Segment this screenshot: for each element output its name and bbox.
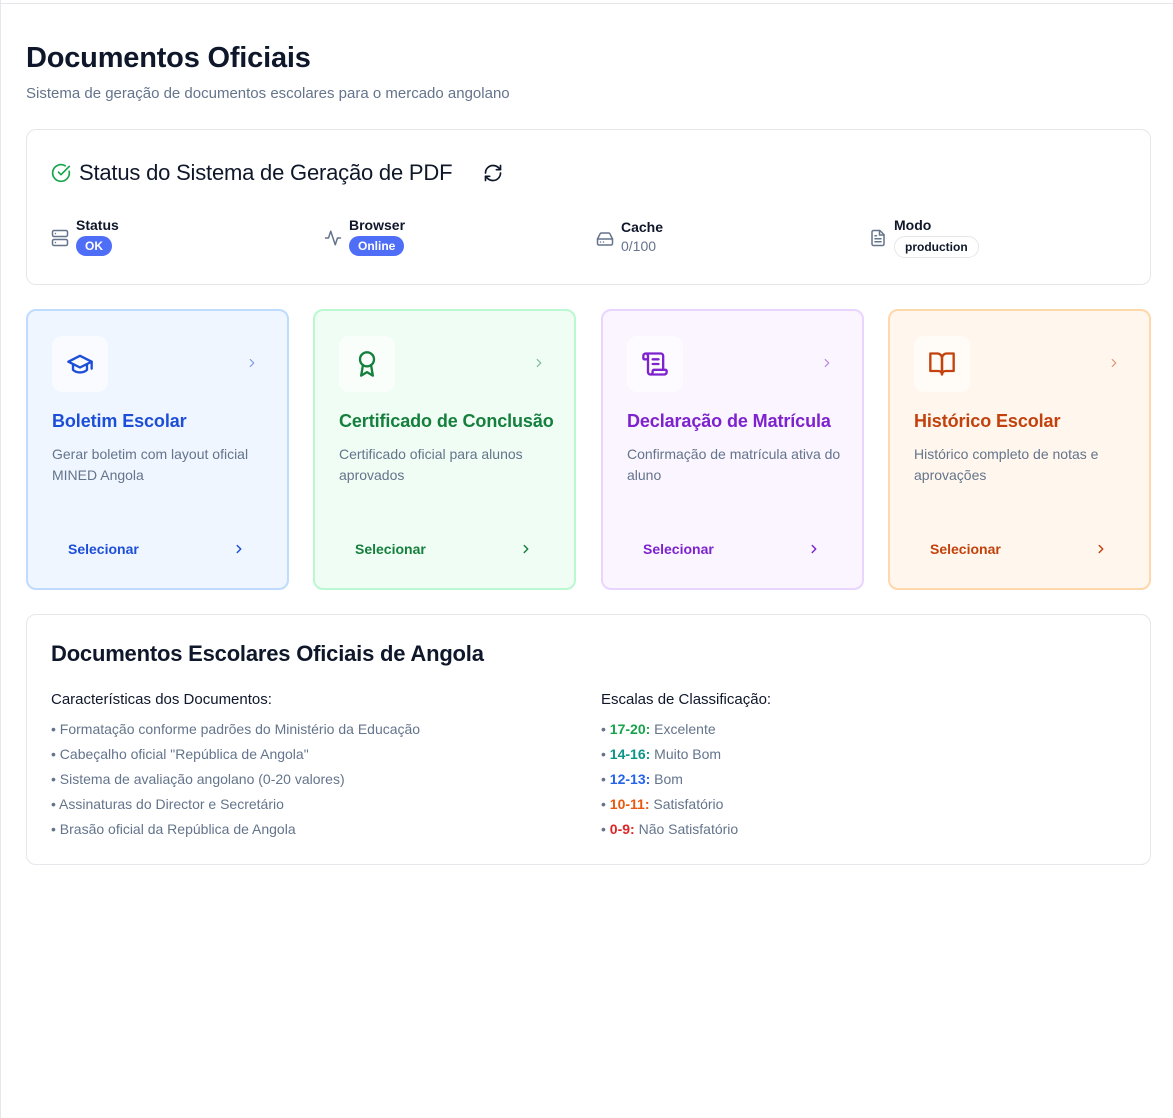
chevron-right-icon [523,544,529,554]
scales-heading: Escalas de Classificação: [601,691,772,708]
top-divider [0,3,1173,4]
chevron-right-icon [249,358,255,368]
document-description: Confirmação de matrícula ativa do aluno [627,446,841,483]
document-card-historico[interactable]: Histórico Escolar Histórico completo de … [888,309,1151,590]
document-card-declaracao[interactable]: Declaração de Matrícula Confirmação de m… [601,309,864,590]
document-card-boletim[interactable]: Boletim Escolar Gerar boletim com layout… [26,309,289,590]
grade-label: Excelente [654,721,716,737]
chevron-right-icon [236,544,242,554]
list-item: • 14-16: Muito Bom [601,746,722,762]
activity-icon [324,230,342,246]
chevron-right-icon [811,544,817,554]
status-panel-title: Status do Sistema de Geração de PDF [79,160,453,185]
features-column: Características dos Documentos: • Format… [51,691,420,845]
award-icon [358,351,376,377]
status-label: Status [76,217,119,233]
list-item: • Formatação conforme padrões do Ministé… [51,721,421,737]
select-button[interactable]: Selecionar [914,532,1124,566]
document-title: Declaração de Matrícula [627,411,831,431]
status-item-status: Status OK [51,216,119,256]
select-button[interactable]: Selecionar [627,532,837,566]
select-label: Selecionar [643,541,714,557]
refresh-icon[interactable] [483,163,503,183]
icon-container [914,336,970,392]
grade-label: Não Satisfatório [638,821,739,837]
grade-label: Bom [654,771,683,787]
icon-container [52,336,108,392]
scroll-icon [642,352,668,376]
list-item: • Brasão oficial da República de Angola [51,821,296,837]
select-label: Selecionar [930,541,1001,557]
chevron-right-icon [1111,358,1117,368]
list-item: • 12-13: Bom [601,771,683,787]
chevron-right-icon [536,358,542,368]
hard-drive-icon [596,232,614,246]
document-card-certificado[interactable]: Certificado de Conclusão Certificado ofi… [313,309,576,590]
scales-list: • 17-20: Excelente • 14-16: Muito Bom • … [601,720,771,845]
graduation-cap-icon [67,354,93,374]
grade-range: 12-13: [609,771,651,787]
status-item-mode: Modo production [869,216,979,258]
grade-range: 17-20: [609,721,651,737]
info-title: Documentos Escolares Oficiais de Angola [51,641,484,666]
page-subtitle: Sistema de geração de documentos escolar… [26,85,510,102]
scales-column: Escalas de Classificação: • 17-20: Excel… [601,691,771,845]
list-item: • Sistema de avaliação angolano (0-20 va… [51,771,345,787]
status-item-browser: Browser Online [324,216,405,256]
mode-label: Modo [894,217,932,233]
grade-range: 10-11: [609,796,650,812]
book-open-icon [929,352,955,376]
chevron-right-icon [1098,544,1104,554]
grade-label: Satisfatório [653,796,724,812]
list-item: • 17-20: Excelente [601,721,716,737]
select-label: Selecionar [68,541,139,557]
list-item: • 10-11: Satisfatório [601,796,724,812]
document-description: Gerar boletim com layout oficial MINED A… [52,446,249,483]
browser-label: Browser [349,217,406,233]
icon-container [339,336,395,392]
document-title: Boletim Escolar [52,411,187,431]
file-text-icon [871,229,885,247]
server-icon [51,229,69,247]
status-badge: OK [76,236,112,256]
mode-badge: production [894,236,979,258]
grade-range: 0-9: [609,821,635,837]
grade-label: Muito Bom [654,746,722,762]
list-item: • Cabeçalho oficial "República de Angola… [51,746,309,762]
select-label: Selecionar [355,541,426,557]
cache-label: Cache [621,219,664,235]
browser-badge: Online [349,236,405,256]
list-item: • 0-9: Não Satisfatório [601,821,739,837]
document-description: Histórico completo de notas e aprovações [914,446,1099,483]
list-item: • Assinaturas do Director e Secretário [51,796,284,812]
info-panel: Documentos Escolares Oficiais de Angola … [26,614,1151,865]
page-title: Documentos Oficiais [26,42,311,74]
status-item-cache: Cache 0/100 [596,218,663,254]
select-button[interactable]: Selecionar [339,532,549,566]
select-button[interactable]: Selecionar [52,532,262,566]
document-title: Histórico Escolar [914,411,1061,431]
chevron-right-icon [824,358,830,368]
icon-container [627,336,683,392]
grade-range: 14-16: [609,746,651,762]
document-title: Certificado de Conclusão [339,411,554,431]
features-heading: Características dos Documentos: [51,691,272,708]
document-description: Certificado oficial para alunos aprovado… [339,446,523,483]
check-circle-icon [51,163,71,183]
features-list: • Formatação conforme padrões do Ministé… [51,720,420,845]
cache-value: 0/100 [621,238,657,254]
pdf-status-panel: Status do Sistema de Geração de PDF Stat… [26,129,1151,285]
status-panel-header: Status do Sistema de Geração de PDF [51,160,453,186]
